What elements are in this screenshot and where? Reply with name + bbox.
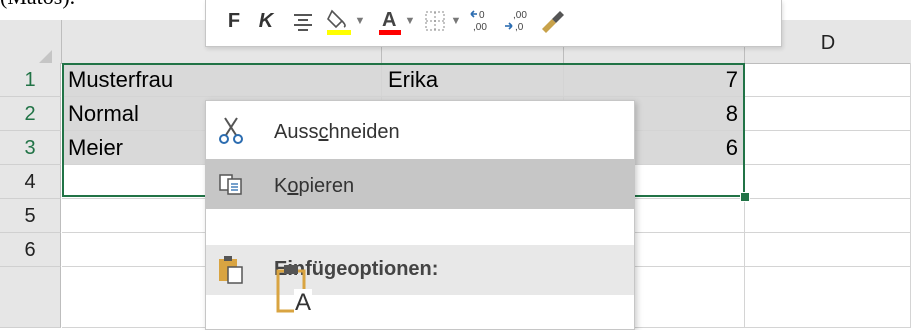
row-header-6[interactable]: 6 (0, 233, 61, 267)
caption-text: (Matos). (0, 0, 75, 10)
format-painter-button[interactable] (536, 6, 570, 36)
decrease-decimal-icon: ,00,0 (505, 10, 527, 33)
mini-toolbar: F K ▼ A ▼ ▼ 0,00 ,00,0 (205, 0, 782, 47)
cell-d2[interactable] (745, 97, 911, 131)
cell-d7[interactable] (745, 267, 911, 328)
menu-item-cut[interactable]: Ausschneiden (206, 105, 634, 155)
scissors-icon (219, 117, 243, 144)
increase-decimal-button[interactable]: 0,00 (468, 6, 498, 36)
borders-dropdown[interactable]: ▼ (450, 6, 462, 36)
menu-item-copy[interactable]: Kopieren (206, 159, 634, 209)
svg-text:,0: ,0 (515, 22, 524, 33)
cell-d4[interactable] (745, 165, 911, 199)
increase-decimal-icon: 0,00 (470, 10, 487, 33)
row-header-2[interactable]: 2 (0, 97, 61, 131)
context-menu: Ausschneiden Kopieren Einfügeoptionen: A (205, 100, 635, 330)
font-color-icon: A (379, 9, 401, 35)
svg-text:0: 0 (479, 10, 485, 21)
copy-label-post: pieren (298, 175, 355, 197)
bold-button[interactable]: F (224, 6, 244, 36)
row-header-5[interactable]: 5 (0, 199, 61, 233)
cut-label-post: hneiden (328, 121, 400, 143)
svg-text:,00: ,00 (513, 10, 527, 21)
paste-options-header: Einfügeoptionen: (206, 245, 634, 295)
decrease-decimal-button[interactable]: ,00,0 (502, 6, 532, 36)
fill-color-dropdown[interactable]: ▼ (354, 6, 366, 36)
svg-text:,00: ,00 (473, 22, 487, 33)
svg-text:A: A (382, 9, 396, 31)
cell-b1[interactable]: Erika (382, 63, 564, 97)
cell-d6[interactable] (745, 233, 911, 267)
font-color-dropdown[interactable]: ▼ (404, 6, 416, 36)
fill-color-icon (327, 9, 351, 35)
row-header-7[interactable] (0, 267, 61, 328)
row-header-4[interactable]: 4 (0, 165, 61, 199)
align-center-icon (294, 14, 312, 31)
cell-d3[interactable] (745, 131, 911, 165)
cell-d5[interactable] (745, 199, 911, 233)
cut-label-accel: c (318, 121, 329, 143)
borders-button[interactable] (422, 6, 448, 36)
copy-icon (219, 174, 242, 195)
cell-a1[interactable]: Musterfrau (62, 63, 382, 97)
row-header-1[interactable]: 1 (0, 63, 61, 97)
cell-d1[interactable] (745, 63, 911, 97)
copy-label-accel: o (287, 175, 299, 197)
cut-label-pre: Auss (274, 121, 319, 143)
cell-c1[interactable]: 7 (564, 63, 745, 97)
fill-color-button[interactable] (324, 6, 354, 36)
copy-label-pre: K (274, 175, 288, 197)
format-painter-icon (542, 11, 564, 33)
row-header-3[interactable]: 3 (0, 131, 61, 165)
italic-button[interactable]: K (256, 6, 276, 36)
font-color-button[interactable]: A (376, 6, 404, 36)
select-all-corner[interactable] (0, 20, 62, 72)
clipboard-icon (219, 256, 243, 284)
fill-handle[interactable] (740, 192, 750, 202)
menu-item-cut-label: Ausschneiden (274, 105, 400, 159)
align-center-button[interactable] (290, 6, 316, 36)
paste-letter: A (294, 289, 312, 317)
menu-item-copy-label: Kopieren (274, 159, 354, 213)
borders-icon (425, 11, 445, 31)
paste-values-button[interactable]: A (272, 259, 318, 319)
